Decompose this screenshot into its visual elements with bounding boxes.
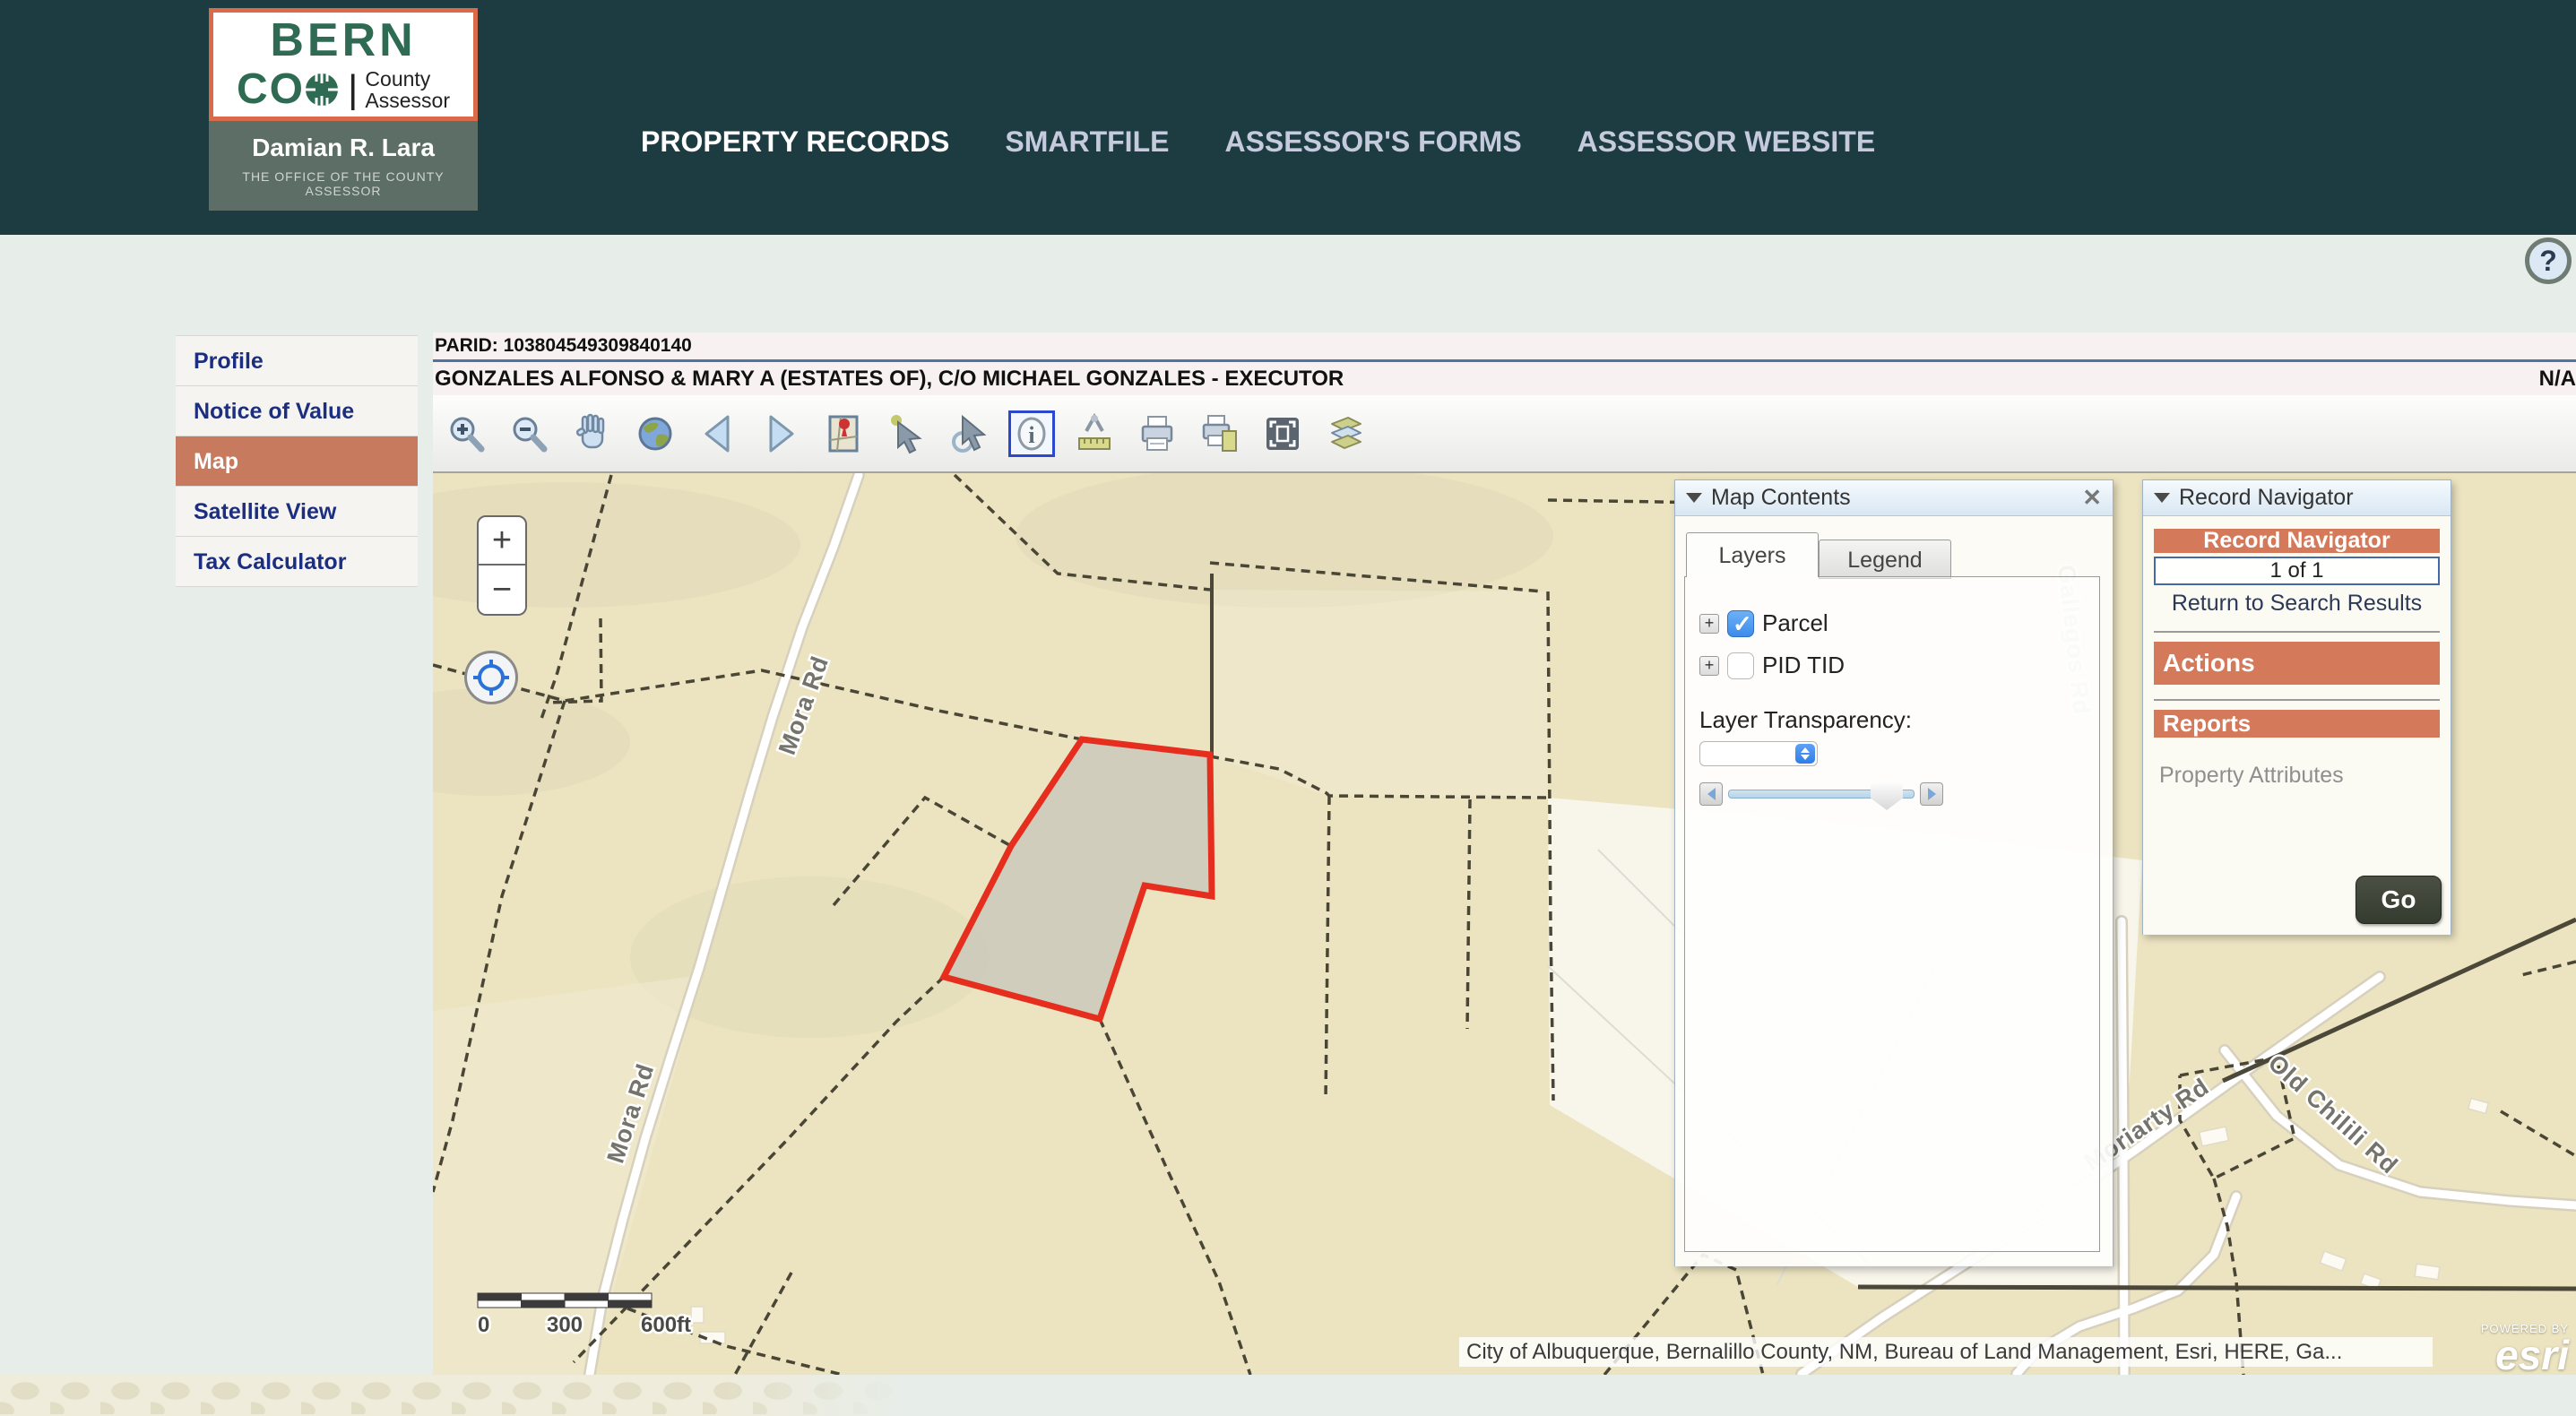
go-button[interactable]: Go — [2356, 876, 2442, 924]
measure-icon[interactable] — [1071, 410, 1118, 457]
zoom-in-icon[interactable] — [444, 410, 490, 457]
sidebar-item-profile[interactable]: Profile — [176, 336, 418, 386]
sidebar: Profile Notice of Value Map Satellite Vi… — [176, 335, 418, 587]
layers-icon[interactable] — [1322, 410, 1369, 457]
transparency-slider — [1699, 782, 2099, 806]
collapse-arrow-icon[interactable] — [2154, 493, 2170, 503]
owner-name: GONZALES ALFONSO & MARY A (ESTATES OF), … — [435, 367, 1344, 391]
overview-map-icon[interactable] — [820, 410, 867, 457]
question-icon: ? — [2539, 245, 2557, 278]
info-icon[interactable]: i — [1008, 410, 1055, 457]
reports-section-header[interactable]: Reports — [2154, 710, 2440, 738]
layer-label-pid-tid: PID TID — [1762, 652, 1845, 679]
nav-smartfile[interactable]: SMARTFILE — [1005, 125, 1169, 159]
top-header: BERN CO | County Assessor — [0, 0, 2576, 235]
sidebar-item-satellite-view[interactable]: Satellite View — [176, 487, 418, 537]
layer-label-parcel: Parcel — [1762, 609, 1828, 637]
slider-right-button[interactable] — [1920, 782, 1943, 806]
close-icon[interactable]: ✕ — [2082, 484, 2102, 512]
scale-tick-300: 300 — [547, 1313, 583, 1337]
layers-tab-content: + Parcel + PID TID Layer Transparency: — [1684, 576, 2100, 1252]
zoom-out-icon[interactable] — [506, 410, 553, 457]
nav-assessor-website[interactable]: ASSESSOR WEBSITE — [1578, 125, 1876, 159]
map-contents-title: Map Contents — [1711, 485, 1851, 511]
collapse-arrow-icon[interactable] — [1686, 493, 1702, 503]
crosshair-icon — [471, 658, 511, 697]
record-navigator-bar: Record Navigator — [2154, 529, 2440, 553]
sidebar-item-notice-of-value[interactable]: Notice of Value — [176, 386, 418, 436]
layer-row-pid-tid: + PID TID — [1699, 652, 2099, 679]
divider — [2154, 631, 2440, 633]
nav-property-records[interactable]: PROPERTY RECORDS — [641, 125, 949, 159]
record-navigator-title: Record Navigator — [2179, 485, 2354, 511]
print-icon[interactable] — [1134, 410, 1180, 457]
map-contents-tabs: Layers Legend — [1686, 532, 1951, 579]
zia-symbol-icon — [303, 71, 341, 108]
parcel-checkbox[interactable] — [1727, 610, 1754, 637]
logo-county: County — [365, 68, 450, 90]
svg-text:i: i — [1028, 422, 1034, 448]
right-value: N/A — [2539, 362, 2576, 395]
map-attribution: City of Albuquerque, Bernalillo County, … — [1459, 1337, 2433, 1367]
record-position-input[interactable] — [2154, 557, 2440, 585]
layer-transparency-label: Layer Transparency: — [1699, 706, 2099, 734]
slider-track[interactable] — [1728, 790, 1915, 799]
sidebar-item-tax-calculator[interactable]: Tax Calculator — [176, 537, 418, 587]
owner-line: GONZALES ALFONSO & MARY A (ESTATES OF), … — [433, 362, 2576, 395]
expand-icon[interactable]: + — [1699, 614, 1719, 634]
transparency-select[interactable] — [1699, 741, 1818, 766]
tab-layers[interactable]: Layers — [1686, 532, 1819, 577]
scale-tick-0: 0 — [478, 1313, 489, 1337]
footer-fade — [726, 1375, 905, 1416]
tab-legend[interactable]: Legend — [1819, 540, 1951, 579]
identify-arrow-icon[interactable] — [946, 410, 992, 457]
previous-extent-icon[interactable] — [695, 410, 741, 457]
actions-section-header[interactable]: Actions — [2154, 642, 2440, 685]
pan-hand-icon[interactable] — [569, 410, 616, 457]
slider-handle[interactable] — [1871, 783, 1903, 810]
logo-assessor: Assessor — [365, 90, 450, 111]
record-header: PARID: 103804549309840140 GONZALES ALFON… — [433, 332, 2576, 395]
next-extent-icon[interactable] — [757, 410, 804, 457]
export-print-icon[interactable] — [1197, 410, 1243, 457]
logo-upper: BERN CO | County Assessor — [209, 8, 478, 121]
pid-tid-checkbox[interactable] — [1727, 652, 1754, 679]
assessor-name: Damian R. Lara — [209, 134, 478, 162]
esri-logo: POWERED BY esri — [2481, 1322, 2569, 1375]
bernco-logo: BERN CO | County Assessor — [209, 8, 478, 220]
nav-assessors-forms[interactable]: ASSESSOR'S FORMS — [1224, 125, 1521, 159]
select-stepper-icon — [1795, 744, 1815, 764]
map-zoom-out-button[interactable]: − — [477, 566, 527, 616]
property-attributes-link[interactable]: Property Attributes — [2159, 763, 2440, 789]
logo-bern-text: BERN — [213, 18, 473, 63]
logo-co-text: CO — [237, 65, 305, 114]
office-tagline: THE OFFICE OF THE COUNTY ASSESSOR — [209, 169, 478, 198]
record-navigator-header[interactable]: Record Navigator — [2143, 480, 2451, 516]
return-to-search-results-link[interactable]: Return to Search Results — [2154, 591, 2440, 617]
map-zoom-in-button[interactable]: + — [477, 515, 527, 566]
map-contents-header[interactable]: Map Contents ✕ — [1675, 480, 2113, 516]
parid-label: PARID: 103804549309840140 — [433, 332, 2576, 359]
slider-left-button[interactable] — [1699, 782, 1723, 806]
layer-row-parcel: + Parcel — [1699, 609, 2099, 637]
record-navigator-panel: Record Navigator Record Navigator Return… — [2142, 479, 2451, 935]
map-viewport[interactable]: Mora Rd Mora Rd Moriarty Rd Old Chilili … — [433, 473, 2576, 1375]
logo-lower: Damian R. Lara THE OFFICE OF THE COUNTY … — [209, 121, 478, 211]
esri-wordmark: esri — [2481, 1335, 2569, 1375]
scale-tick-600: 600ft — [641, 1313, 691, 1337]
help-button[interactable]: ? — [2525, 237, 2572, 284]
locate-button[interactable] — [464, 651, 518, 704]
sidebar-item-map[interactable]: Map — [176, 436, 418, 487]
main-nav: PROPERTY RECORDS SMARTFILE ASSESSOR'S FO… — [641, 125, 1875, 159]
fullscreen-icon[interactable] — [1259, 410, 1306, 457]
map-toolbar: i — [433, 395, 2576, 473]
map-contents-panel: Map Contents ✕ Layers Legend + Parcel + … — [1674, 479, 2114, 1266]
logo-divider: | — [348, 67, 358, 112]
divider — [2154, 699, 2440, 701]
select-pointer-icon[interactable] — [883, 410, 929, 457]
expand-icon[interactable]: + — [1699, 656, 1719, 676]
globe-icon[interactable] — [632, 410, 679, 457]
zoom-controls: + − — [477, 515, 527, 616]
